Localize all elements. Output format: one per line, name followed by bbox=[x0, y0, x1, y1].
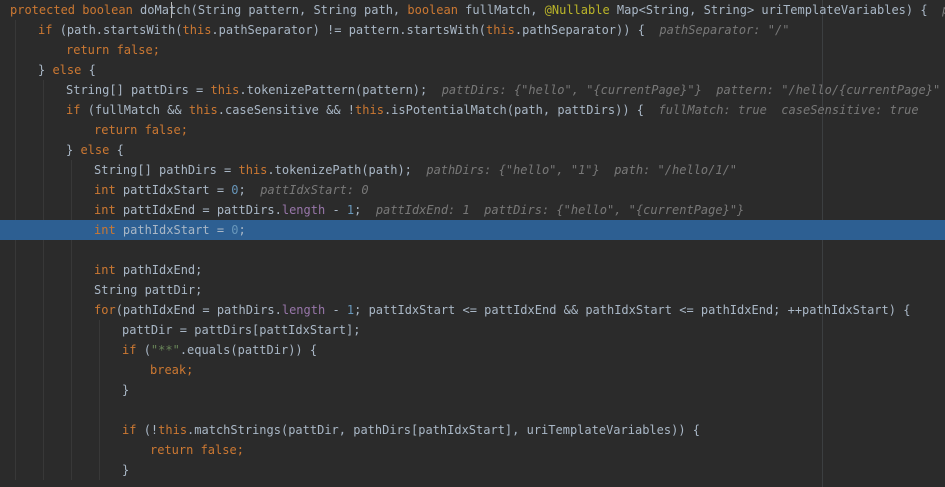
code-token: pattDir = pattDirs[pattIdxStart]; bbox=[122, 323, 361, 337]
code-token: .caseSensitive && ! bbox=[217, 103, 356, 117]
code-line[interactable]: if (!this.matchStrings(pattDir, pathDirs… bbox=[0, 420, 945, 440]
code-token: ; pattIdxStart <= pattIdxEnd && pathIdxS… bbox=[354, 303, 911, 317]
code-token: this bbox=[158, 423, 188, 437]
code-line[interactable]: String[] pathDirs = this.tokenizePath(pa… bbox=[0, 160, 945, 180]
inline-debug-value: fullMatch: true caseSensitive: true bbox=[658, 103, 919, 117]
code-line[interactable] bbox=[0, 240, 945, 260]
code-token: length bbox=[281, 303, 333, 317]
code-editor[interactable]: protected boolean doMatch(String pattern… bbox=[0, 0, 945, 487]
code-line[interactable]: if ("**".equals(pattDir)) { bbox=[0, 340, 945, 360]
code-token: .pathSeparator)) { bbox=[514, 23, 660, 37]
code-token: @Nullable bbox=[544, 3, 617, 17]
code-line[interactable]: return false; bbox=[0, 120, 945, 140]
code-token: ( bbox=[143, 343, 151, 357]
code-token: this bbox=[355, 103, 384, 117]
code-token: this bbox=[182, 23, 212, 37]
code-token: String pattDir; bbox=[94, 283, 203, 297]
code-token: this bbox=[210, 83, 240, 97]
inline-debug-value: pattDirs: {"hello", "{currentPage}"} pat… bbox=[441, 83, 941, 97]
code-token: this bbox=[485, 23, 515, 37]
code-token: boolean bbox=[407, 3, 466, 17]
code-token: { bbox=[116, 143, 124, 157]
code-token: length bbox=[281, 203, 333, 217]
code-line[interactable]: String[] pattDirs = this.tokenizePattern… bbox=[0, 80, 945, 100]
text-caret bbox=[171, 2, 172, 18]
code-token: if bbox=[66, 103, 88, 117]
code-token: int bbox=[94, 183, 123, 197]
code-token: .isPotentialMatch(path, pattDirs)) { bbox=[383, 103, 659, 117]
code-token: pattIdxEnd = pattDirs. bbox=[122, 203, 282, 217]
code-line[interactable]: String pattDir; bbox=[0, 280, 945, 300]
code-token: int bbox=[94, 223, 123, 237]
inline-debug-value: pattIdxEnd: 1 pattDirs: {"hello", "{curr… bbox=[375, 203, 745, 217]
code-line[interactable]: break; bbox=[0, 360, 945, 380]
code-line[interactable]: if (fullMatch && this.caseSensitive && !… bbox=[0, 100, 945, 120]
code-token: pathIdxStart = bbox=[122, 223, 232, 237]
code-token: - bbox=[332, 203, 347, 217]
code-token: 0 bbox=[231, 183, 239, 197]
code-token: if bbox=[122, 423, 144, 437]
code-token: for bbox=[94, 303, 116, 317]
code-line[interactable]: } bbox=[0, 460, 945, 480]
code-line[interactable]: return false; bbox=[0, 40, 945, 60]
code-token: doMatch bbox=[140, 3, 191, 17]
code-line[interactable]: protected boolean doMatch(String pattern… bbox=[0, 0, 945, 20]
code-token: pattIdxStart = bbox=[122, 183, 232, 197]
code-line[interactable] bbox=[0, 400, 945, 420]
code-token: int bbox=[94, 203, 123, 217]
code-line[interactable]: int pathIdxEnd; bbox=[0, 260, 945, 280]
code-token: 0 bbox=[231, 223, 239, 237]
code-token: this bbox=[188, 103, 218, 117]
code-line[interactable]: for(pathIdxEnd = pathDirs.length - 1; pa… bbox=[0, 300, 945, 320]
code-line[interactable]: } bbox=[0, 380, 945, 400]
code-token: String[] pattDirs = bbox=[66, 83, 211, 97]
code-token: break; bbox=[150, 363, 194, 377]
inline-debug-value: pathSeparator: "/" bbox=[659, 23, 790, 37]
inline-debug-value: pattIdxStart: 0 bbox=[260, 183, 369, 197]
code-token: .tokenizePattern(pattern); bbox=[239, 83, 442, 97]
code-token: .tokenizePath(path); bbox=[267, 163, 427, 177]
code-line-current[interactable]: int pathIdxStart = 0; bbox=[0, 220, 945, 240]
code-line[interactable]: return false; bbox=[0, 440, 945, 460]
code-token: (fullMatch && bbox=[87, 103, 189, 117]
code-token: else bbox=[52, 63, 89, 77]
code-token: if bbox=[122, 343, 144, 357]
code-token: .matchStrings(pattDir, pathDirs[pathIdxS… bbox=[187, 423, 700, 437]
code-token: return false; bbox=[150, 443, 244, 457]
code-token: { bbox=[88, 63, 96, 77]
code-token: - bbox=[332, 303, 347, 317]
code-token: String[] pathDirs = bbox=[94, 163, 239, 177]
code-token: (path.startsWith( bbox=[59, 23, 183, 37]
code-token: (! bbox=[143, 423, 159, 437]
code-token: .equals(pattDir)) { bbox=[179, 343, 318, 357]
code-token: ; bbox=[238, 183, 261, 197]
code-line[interactable]: } else { bbox=[0, 140, 945, 160]
code-token: } bbox=[38, 63, 53, 77]
code-token: ; bbox=[238, 223, 246, 237]
code-token: } bbox=[122, 383, 130, 397]
code-token: Map<String, String> uriTemplateVariables… bbox=[616, 3, 943, 17]
code-token: this bbox=[238, 163, 268, 177]
code-token: fullMatch, bbox=[465, 3, 545, 17]
inline-debug-value: pathDirs: {"hello", "1"} path: "/hello/1… bbox=[426, 163, 738, 177]
code-token: if bbox=[38, 23, 60, 37]
code-line[interactable]: int pattIdxEnd = pattDirs.length - 1; pa… bbox=[0, 200, 945, 220]
code-token: return false; bbox=[66, 43, 160, 57]
code-line[interactable]: } else { bbox=[0, 60, 945, 80]
code-line[interactable]: int pattIdxStart = 0; pattIdxStart: 0 bbox=[0, 180, 945, 200]
code-token: return false; bbox=[94, 123, 188, 137]
code-token: ; bbox=[354, 203, 376, 217]
code-token: pathIdxEnd; bbox=[122, 263, 203, 277]
code-line[interactable]: pattDir = pattDirs[pattIdxStart]; bbox=[0, 320, 945, 340]
code-token: (String pattern, String path, bbox=[190, 3, 408, 17]
code-token: } bbox=[122, 463, 130, 477]
code-token: else bbox=[80, 143, 117, 157]
code-token: "**" bbox=[150, 343, 180, 357]
code-token: protected boolean bbox=[10, 3, 141, 17]
code-token: } bbox=[66, 143, 81, 157]
code-token: .pathSeparator) != pattern.startsWith( bbox=[211, 23, 486, 37]
code-line[interactable]: if (path.startsWith(this.pathSeparator) … bbox=[0, 20, 945, 40]
code-token: (pathIdxEnd = pathDirs. bbox=[115, 303, 282, 317]
code-token: int bbox=[94, 263, 123, 277]
